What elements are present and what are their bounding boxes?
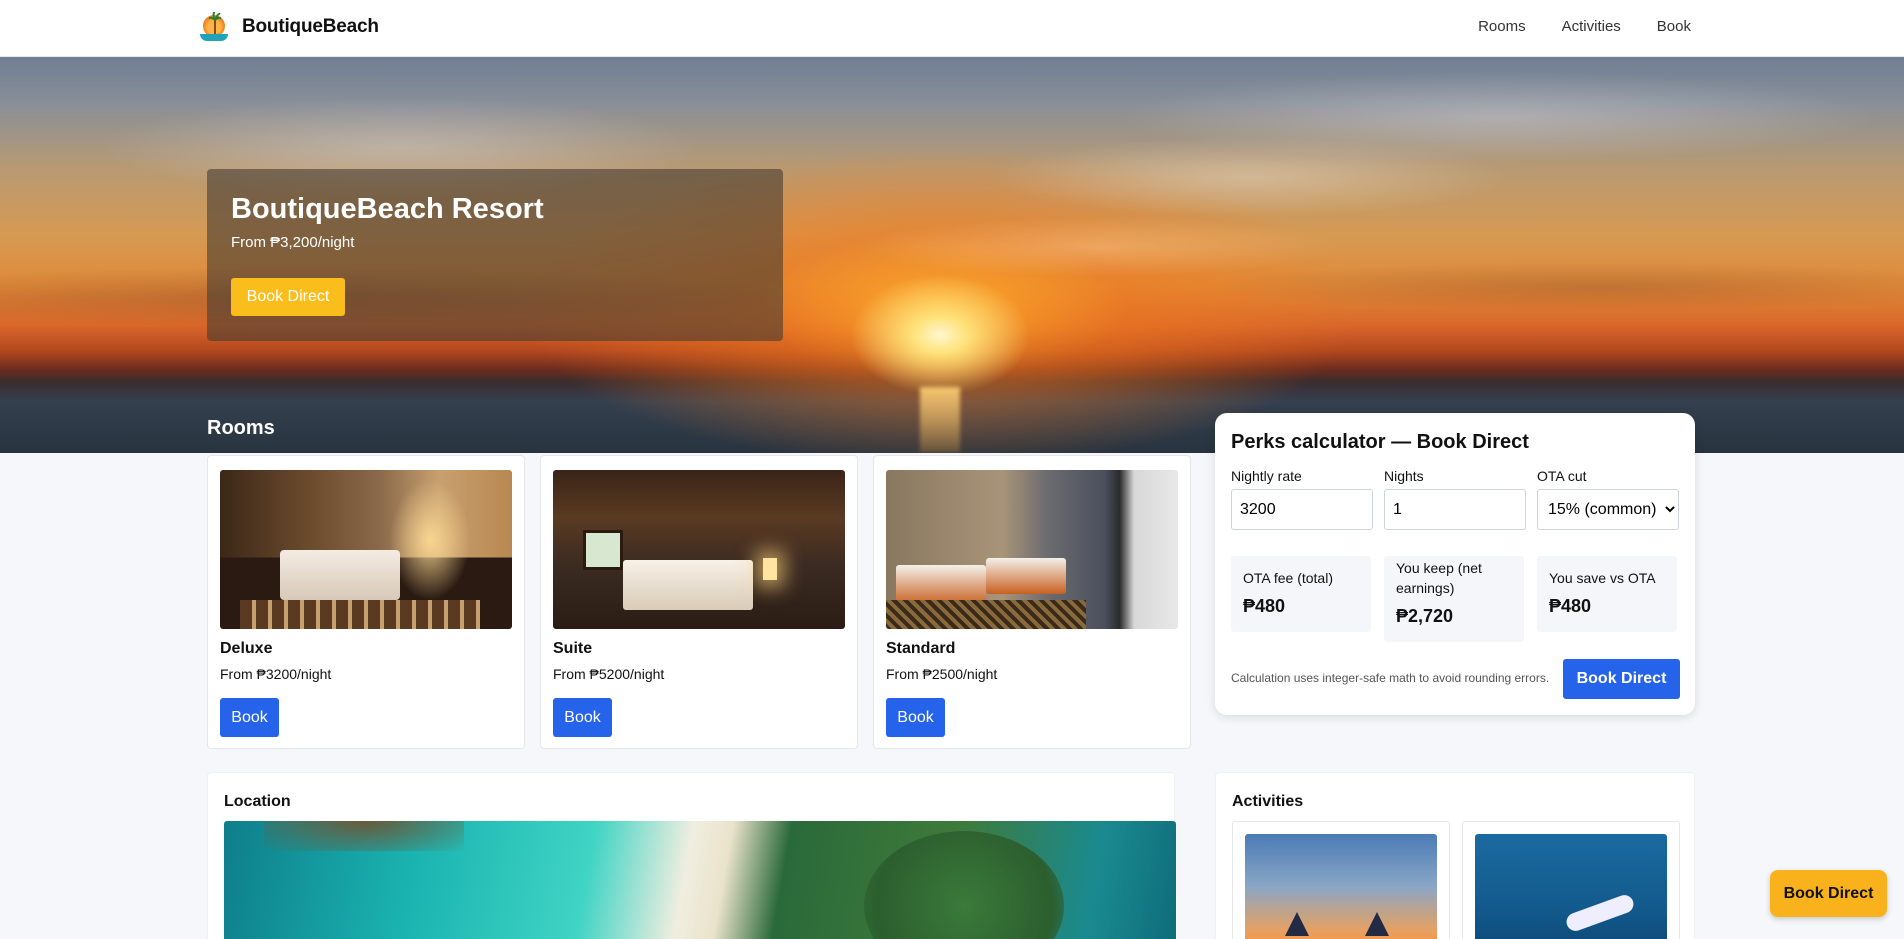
stat-net-earnings: You keep (net earnings) ₱2,720 xyxy=(1384,556,1524,642)
stat-label: OTA fee (total) xyxy=(1243,570,1333,586)
activity-card-diving[interactable] xyxy=(1462,821,1680,939)
book-standard-button[interactable]: Book xyxy=(886,698,945,737)
location-panel: Location xyxy=(207,772,1176,939)
perks-book-direct-button[interactable]: Book Direct xyxy=(1563,659,1680,699)
room-photo-suite xyxy=(553,470,845,629)
stat-label: You save vs OTA xyxy=(1549,570,1656,586)
brand[interactable]: BoutiqueBeach xyxy=(200,12,379,42)
perks-title: Perks calculator — Book Direct xyxy=(1231,431,1529,453)
room-name: Suite xyxy=(553,640,593,657)
hero-price: From ₱3,200/night xyxy=(231,234,355,251)
room-price: From ₱2500/night xyxy=(886,666,998,682)
stat-value: ₱480 xyxy=(1243,596,1286,616)
room-name: Standard xyxy=(886,640,956,657)
nav-rooms[interactable]: Rooms xyxy=(1478,18,1526,35)
room-card-standard: Standard From ₱2500/night Book xyxy=(873,455,1191,749)
hero-card: BoutiqueBeach Resort From ₱3,200/night B… xyxy=(207,169,783,341)
rooms-heading: Rooms xyxy=(207,417,275,439)
calculation-note: Calculation uses integer-safe math to av… xyxy=(1231,671,1550,685)
room-price: From ₱3200/night xyxy=(220,666,332,682)
book-suite-button[interactable]: Book xyxy=(553,698,612,737)
room-card-suite: Suite From ₱5200/night Book xyxy=(540,455,858,749)
room-price: From ₱5200/night xyxy=(553,666,665,682)
top-navbar: BoutiqueBeach Rooms Activities Book xyxy=(0,0,1904,57)
activities-heading: Activities xyxy=(1232,793,1304,810)
activity-photo-diving xyxy=(1475,834,1667,939)
beach-logo-icon xyxy=(200,12,228,42)
hero-book-direct-button[interactable]: Book Direct xyxy=(231,278,345,316)
nightly-rate-input[interactable] xyxy=(1231,489,1373,530)
brand-name: BoutiqueBeach xyxy=(242,16,379,37)
perks-calculator: Perks calculator — Book Direct Nightly r… xyxy=(1215,413,1695,715)
stat-value: ₱2,720 xyxy=(1396,606,1454,626)
room-name: Deluxe xyxy=(220,640,273,657)
activity-photo-sunset xyxy=(1245,834,1437,939)
location-heading: Location xyxy=(224,793,291,810)
location-aerial-photo xyxy=(224,821,1176,939)
hero-banner: BoutiqueBeach Resort From ₱3,200/night B… xyxy=(0,57,1904,453)
nav-activities[interactable]: Activities xyxy=(1562,18,1621,35)
main-nav: Rooms Activities Book xyxy=(1478,18,1691,35)
room-card-deluxe: Deluxe From ₱3200/night Book xyxy=(207,455,525,749)
floating-book-direct-button[interactable]: Book Direct xyxy=(1770,870,1887,917)
ota-cut-label: OTA cut xyxy=(1537,468,1587,484)
stat-ota-fee: OTA fee (total) ₱480 xyxy=(1231,556,1371,632)
stat-value: ₱480 xyxy=(1549,596,1592,616)
hero-title: BoutiqueBeach Resort xyxy=(231,193,544,225)
room-photo-deluxe xyxy=(220,470,512,629)
nights-input[interactable] xyxy=(1384,489,1526,530)
nav-book[interactable]: Book xyxy=(1657,18,1691,35)
room-photo-standard xyxy=(886,470,1178,629)
nights-label: Nights xyxy=(1384,468,1424,484)
stat-savings: You save vs OTA ₱480 xyxy=(1537,556,1677,632)
stat-label: You keep (net earnings) xyxy=(1396,560,1482,596)
activity-card-sunset-sailing[interactable] xyxy=(1232,821,1450,939)
activities-panel: Activities xyxy=(1215,772,1695,939)
ota-cut-select[interactable]: 15% (common) xyxy=(1537,489,1679,530)
book-deluxe-button[interactable]: Book xyxy=(220,698,279,737)
nightly-rate-label: Nightly rate xyxy=(1231,468,1302,484)
